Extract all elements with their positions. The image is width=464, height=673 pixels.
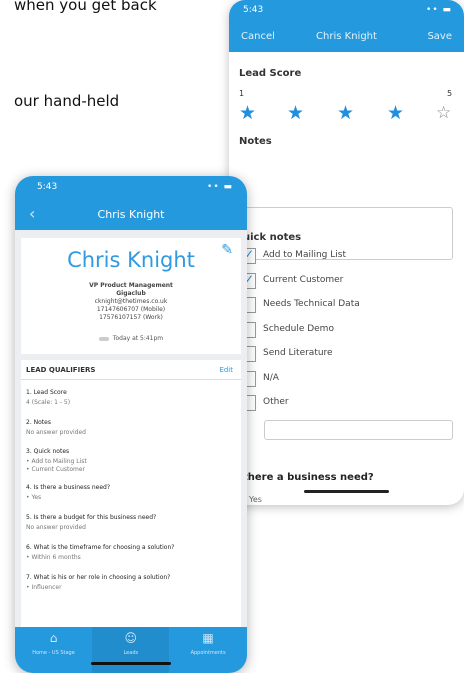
- qualifier-item: 3. Quick notes • Add to Mailing List • Cur…: [26, 448, 87, 473]
- qualifier-question: 3. Quick notes: [26, 448, 70, 455]
- qualifier-answer: • Within 6 months: [26, 554, 81, 561]
- quick-note-label: Send Literature: [263, 348, 333, 358]
- edit-qualifiers-button[interactable]: Edit: [219, 366, 233, 374]
- timestamp-text: Today at 5:41pm: [112, 335, 164, 342]
- edit-form: Lead Score 1 5 ★ ★ ★ ★ ☆ Notes uick notes ✓ A…: [229, 52, 464, 505]
- capture-timestamp: Today at 5:41pm: [21, 335, 241, 342]
- background-text-line1: when you get back: [14, 0, 157, 14]
- tab-label: Home - US Stage: [32, 650, 75, 656]
- radio-yes-label: Yes: [249, 495, 262, 504]
- status-time: 5:43: [37, 182, 58, 192]
- nav-title: Chris Knight: [97, 208, 165, 221]
- qualifier-question: 7. What is his or her role in choosing a…: [26, 574, 171, 581]
- qualifier-item: 2. Notes No answer provided: [26, 419, 86, 436]
- qualifier-answer: 4 (Scale: 1 - 5): [26, 399, 71, 406]
- quick-note-label: Needs Technical Data: [263, 299, 360, 309]
- status-bar: 5:43 •• ▬: [229, 0, 464, 22]
- contact-name: Chris Knight: [67, 248, 195, 272]
- qualifiers-title: LEAD QUALIFIERS: [26, 366, 96, 374]
- contact-mobile[interactable]: 17147606707 (Mobile): [21, 306, 241, 313]
- home-icon: ⌂: [49, 631, 58, 645]
- qualifier-question: 5. Is there a budget for this business n…: [26, 514, 157, 521]
- qualifier-answer: No answer provided: [26, 429, 86, 436]
- status-icons: •• ▬: [207, 182, 233, 192]
- status-time: 5:43: [243, 5, 264, 15]
- qualifier-question: 2. Notes: [26, 419, 51, 426]
- qualifier-item: 4. Is there a business need? • Yes: [26, 484, 110, 501]
- nav-bar: ‹ Chris Knight: [15, 198, 247, 230]
- qualifier-answer: • Current Customer: [26, 466, 86, 473]
- tab-appointments[interactable]: ▦ Appointments: [170, 631, 247, 656]
- status-icons: •• ▬: [426, 5, 452, 15]
- qualifier-answer: • Yes: [26, 494, 42, 501]
- star-filled-icon[interactable]: ★: [387, 104, 404, 123]
- star-empty-icon[interactable]: ☆: [436, 105, 451, 122]
- lead-score-max: 5: [447, 89, 453, 98]
- lead-detail-screen: 5:43 •• ▬ ‹ Chris Knight Chris Knight ✎ …: [15, 176, 247, 673]
- save-button[interactable]: Save: [427, 31, 452, 42]
- quick-note-label: Add to Mailing List: [263, 250, 346, 260]
- star-filled-icon[interactable]: ★: [239, 104, 256, 123]
- qualifiers-header: LEAD QUALIFIERS Edit: [21, 360, 241, 380]
- contact-title: VP Product Management: [89, 282, 173, 289]
- quick-notes-label: uick notes: [243, 232, 302, 243]
- lead-qualifiers-panel: LEAD QUALIFIERS Edit 1. Lead Score 4 (Sca…: [21, 360, 241, 628]
- notes-label: Notes: [239, 136, 272, 147]
- tab-leads[interactable]: ☺ Leads: [92, 627, 170, 673]
- contact-card: Chris Knight ✎ VP Product Management Gig…: [21, 238, 241, 354]
- edit-lead-screen: 5:43 •• ▬ Cancel Chris Knight Save Lead …: [229, 0, 464, 505]
- qualifier-item: 6. What is the timeframe for choosing a …: [26, 544, 174, 561]
- business-need-question: there a business need?: [243, 472, 374, 483]
- contact-work[interactable]: 17576107157 (Work): [21, 314, 241, 321]
- other-text-input[interactable]: [264, 420, 453, 440]
- badge-icon: [98, 336, 109, 341]
- tab-bar: ⌂ Home - US Stage ☺ Leads ▦ Appointments: [15, 627, 247, 673]
- qualifier-question: 4. Is there a business need?: [26, 484, 111, 491]
- home-indicator: [91, 662, 171, 665]
- qualifier-answer: • Add to Mailing List: [26, 458, 87, 465]
- star-filled-icon[interactable]: ★: [337, 104, 354, 123]
- quick-note-label: Current Customer: [263, 274, 344, 285]
- tab-label: Appointments: [190, 650, 226, 656]
- qualifier-item: 5. Is there a budget for this business n…: [26, 514, 156, 531]
- quick-note-label: Other: [263, 397, 289, 407]
- lead-score-label: Lead Score: [239, 68, 302, 79]
- tab-home-us-stage[interactable]: ⌂ Home - US Stage: [15, 631, 92, 656]
- quick-note-label: Schedule Demo: [263, 323, 334, 334]
- edit-pencil-icon[interactable]: ✎: [221, 242, 233, 258]
- background-text-line2: our hand-held: [14, 92, 120, 110]
- contact-company: Gigaclub: [116, 290, 146, 297]
- qualifier-item: 7. What is his or her role in choosing a…: [26, 574, 170, 591]
- qualifier-answer: • Influencer: [26, 584, 62, 591]
- home-indicator: [304, 490, 389, 493]
- qualifier-question: 6. What is the timeframe for choosing a …: [26, 544, 175, 551]
- lead-score-min: 1: [239, 89, 245, 98]
- people-icon: ☺: [124, 631, 138, 645]
- tab-label: Leads: [123, 650, 139, 656]
- quick-note-label: N/A: [263, 372, 279, 383]
- qualifier-question: 1. Lead Score: [26, 389, 67, 396]
- calendar-icon: ▦: [202, 631, 214, 645]
- qualifier-item: 1. Lead Score 4 (Scale: 1 - 5): [26, 389, 70, 406]
- qualifier-answer: No answer provided: [26, 524, 86, 531]
- star-filled-icon[interactable]: ★: [287, 104, 304, 123]
- nav-bar: Cancel Chris Knight Save: [229, 22, 464, 52]
- contact-email[interactable]: cknight@thetimes.co.uk: [21, 298, 241, 305]
- status-bar: 5:43 •• ▬: [15, 176, 247, 198]
